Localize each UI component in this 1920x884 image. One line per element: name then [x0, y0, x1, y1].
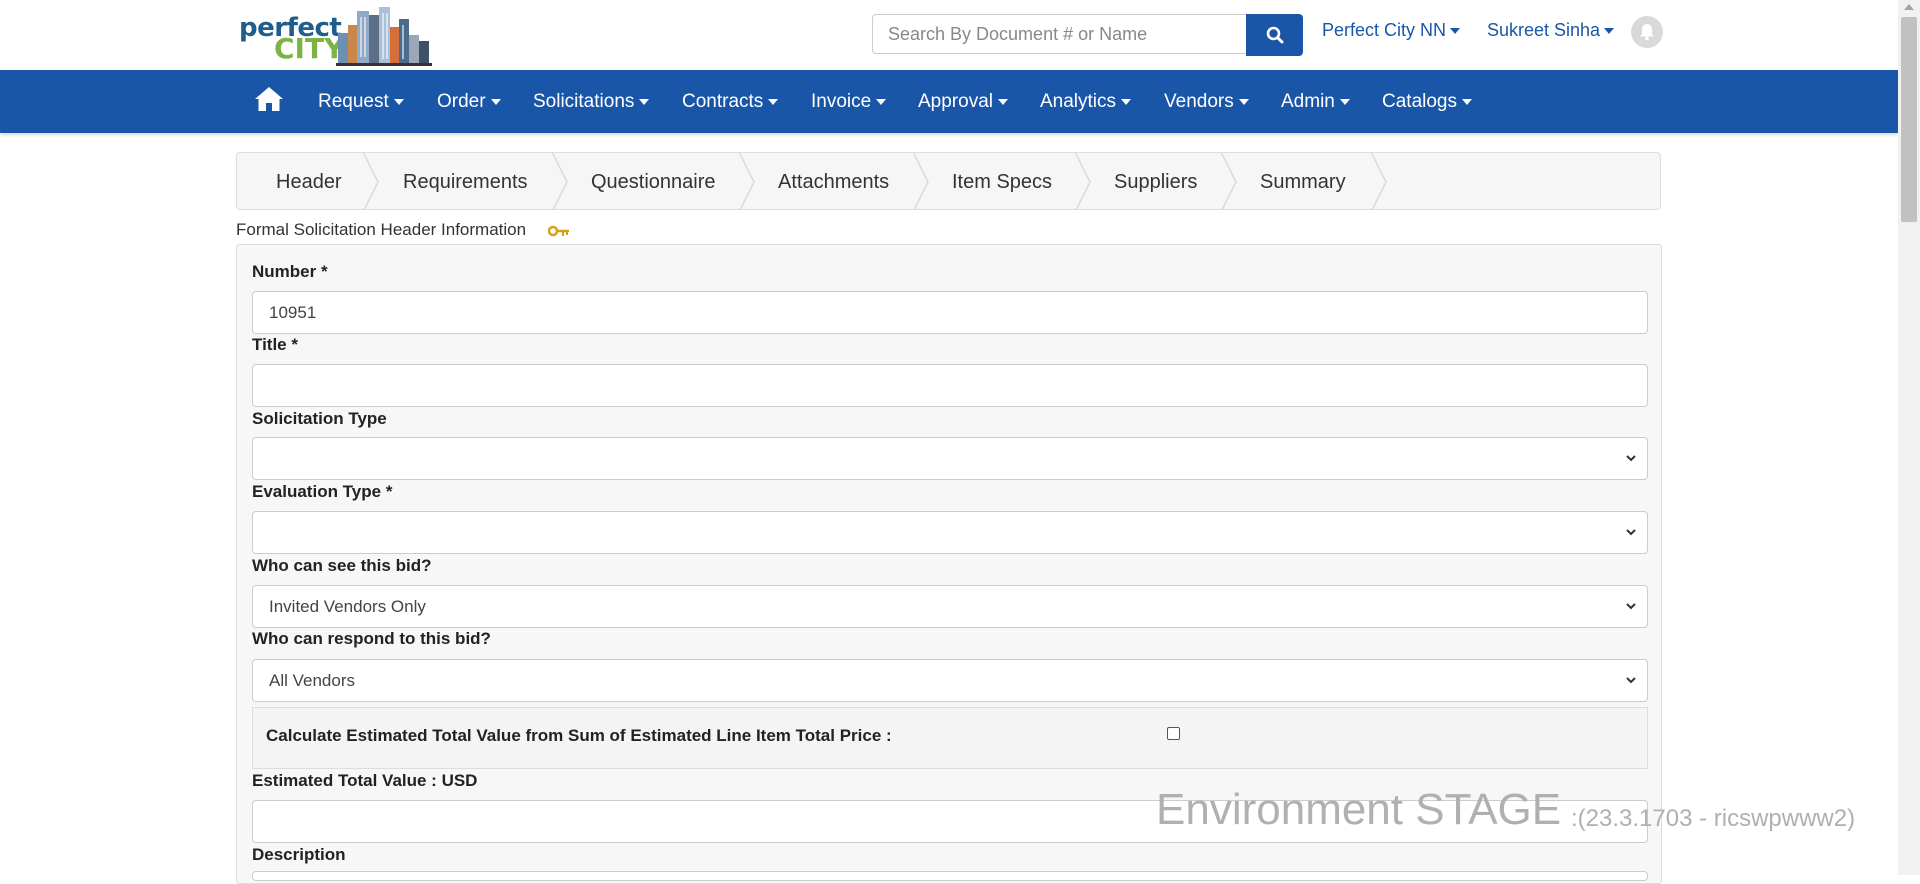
global-search	[872, 14, 1304, 56]
step-questionnaire[interactable]: Questionnaire	[591, 153, 716, 209]
nav-admin[interactable]: Admin	[1281, 70, 1350, 133]
title-label: Title *	[252, 335, 298, 354]
main-nav: Request Order Solicitations Contracts In…	[0, 70, 1898, 133]
vertical-scrollbar[interactable]	[1898, 0, 1920, 875]
logo-text-city: CITY	[274, 32, 345, 65]
step-requirements[interactable]: Requirements	[403, 153, 528, 209]
environment-version: :(23.3.1703 - ricswpwww2)	[1571, 805, 1856, 832]
top-bar: perfect CITY Search By Document # or Nam…	[0, 0, 1898, 70]
nav-admin-label: Admin	[1281, 91, 1335, 112]
caret-down-icon	[1604, 28, 1615, 35]
caret-down-icon	[998, 98, 1008, 105]
visibility-value: Invited Vendors Only	[269, 597, 426, 616]
step-header[interactable]: Header	[276, 153, 342, 209]
caret-down-icon	[768, 98, 779, 105]
search-icon	[1266, 26, 1284, 44]
key-icon[interactable]	[548, 224, 570, 238]
caret-down-icon	[1238, 98, 1249, 105]
chevron-down-icon	[1626, 455, 1636, 462]
step-suppliers[interactable]: Suppliers	[1114, 153, 1197, 209]
city-skyline-icon	[336, 7, 432, 66]
description-label: Description	[252, 845, 346, 864]
scrollbar-thumb[interactable]	[1901, 17, 1917, 222]
visibility-label: Who can see this bid?	[252, 556, 432, 575]
respond-label: Who can respond to this bid?	[252, 629, 491, 648]
solicitation-type-select[interactable]	[252, 437, 1648, 480]
chevron-down-icon	[1626, 603, 1636, 610]
number-label: Number *	[252, 262, 328, 281]
description-field[interactable]	[252, 871, 1648, 881]
visibility-select[interactable]: Invited Vendors Only	[252, 585, 1648, 628]
estimated-total-label: Estimated Total Value : USD	[252, 771, 478, 790]
caret-down-icon	[490, 98, 501, 105]
organization-menu-label: Perfect City NN	[1322, 20, 1447, 40]
section-title: Formal Solicitation Header Information	[236, 220, 527, 239]
nav-approval[interactable]: Approval	[918, 70, 1008, 133]
nav-catalogs-label: Catalogs	[1382, 91, 1457, 112]
nav-order[interactable]: Order	[437, 70, 501, 133]
home-button[interactable]	[254, 85, 284, 115]
evaluation-type-select[interactable]	[252, 511, 1648, 554]
chevron-down-icon	[1626, 529, 1636, 536]
calc-estimated-total-row: Calculate Estimated Total Value from Sum…	[252, 707, 1648, 769]
wizard-steps: Header Requirements Questionnaire Attach…	[236, 152, 1661, 210]
nav-approval-label: Approval	[918, 91, 993, 112]
step-separator	[1371, 153, 1387, 209]
environment-watermark: Environment STAGE	[1156, 785, 1562, 834]
organization-menu[interactable]: Perfect City NN	[1322, 20, 1461, 41]
nav-catalogs[interactable]: Catalogs	[1382, 70, 1472, 133]
search-input[interactable]	[872, 14, 1246, 54]
nav-vendors[interactable]: Vendors	[1164, 70, 1249, 133]
step-item-specs[interactable]: Item Specs	[952, 153, 1052, 209]
calc-colon: :	[886, 726, 892, 745]
step-summary[interactable]: Summary	[1260, 153, 1346, 209]
nav-solicitations-label: Solicitations	[533, 91, 635, 112]
user-menu-label: Sukreet Sinha	[1487, 20, 1601, 40]
solicitation-type-label: Solicitation Type	[252, 409, 387, 428]
nav-solicitations[interactable]: Solicitations	[533, 70, 650, 133]
nav-contracts-label: Contracts	[682, 91, 764, 112]
respond-select[interactable]: All Vendors	[252, 659, 1648, 702]
calc-estimated-total-checkbox[interactable]	[1167, 727, 1180, 740]
nav-vendors-label: Vendors	[1164, 91, 1234, 112]
nav-analytics[interactable]: Analytics	[1040, 70, 1132, 133]
title-field[interactable]	[252, 364, 1648, 407]
caret-down-icon	[1339, 98, 1350, 105]
search-button[interactable]	[1246, 14, 1303, 56]
chevron-down-icon	[1626, 677, 1636, 684]
nav-invoice-label: Invoice	[811, 91, 872, 112]
perfect-city-logo[interactable]: perfect CITY	[236, 5, 436, 67]
nav-contracts[interactable]: Contracts	[682, 70, 779, 133]
nav-order-label: Order	[437, 91, 486, 112]
nav-request-label: Request	[318, 91, 389, 112]
nav-request[interactable]: Request	[318, 70, 404, 133]
caret-down-icon	[1121, 98, 1132, 105]
bell-icon	[1640, 24, 1654, 41]
step-attachments[interactable]: Attachments	[778, 153, 889, 209]
calc-estimated-total-label: Calculate Estimated Total Value from Sum…	[266, 726, 892, 746]
respond-value: All Vendors	[269, 671, 355, 690]
nav-analytics-label: Analytics	[1040, 91, 1117, 112]
notifications-button[interactable]	[1631, 16, 1663, 48]
user-menu[interactable]: Sukreet Sinha	[1487, 20, 1615, 41]
number-field[interactable]: 10951	[252, 291, 1648, 334]
caret-down-icon	[639, 98, 650, 105]
caret-down-icon	[1450, 28, 1461, 35]
calc-estimated-total-text: Calculate Estimated Total Value from Sum…	[266, 726, 882, 745]
evaluation-type-label: Evaluation Type *	[252, 482, 393, 501]
home-icon	[255, 87, 283, 111]
caret-down-icon	[876, 98, 887, 105]
scroll-up-icon[interactable]	[1904, 4, 1914, 10]
caret-down-icon	[393, 98, 404, 105]
nav-invoice[interactable]: Invoice	[811, 70, 887, 133]
caret-down-icon	[1462, 98, 1472, 105]
